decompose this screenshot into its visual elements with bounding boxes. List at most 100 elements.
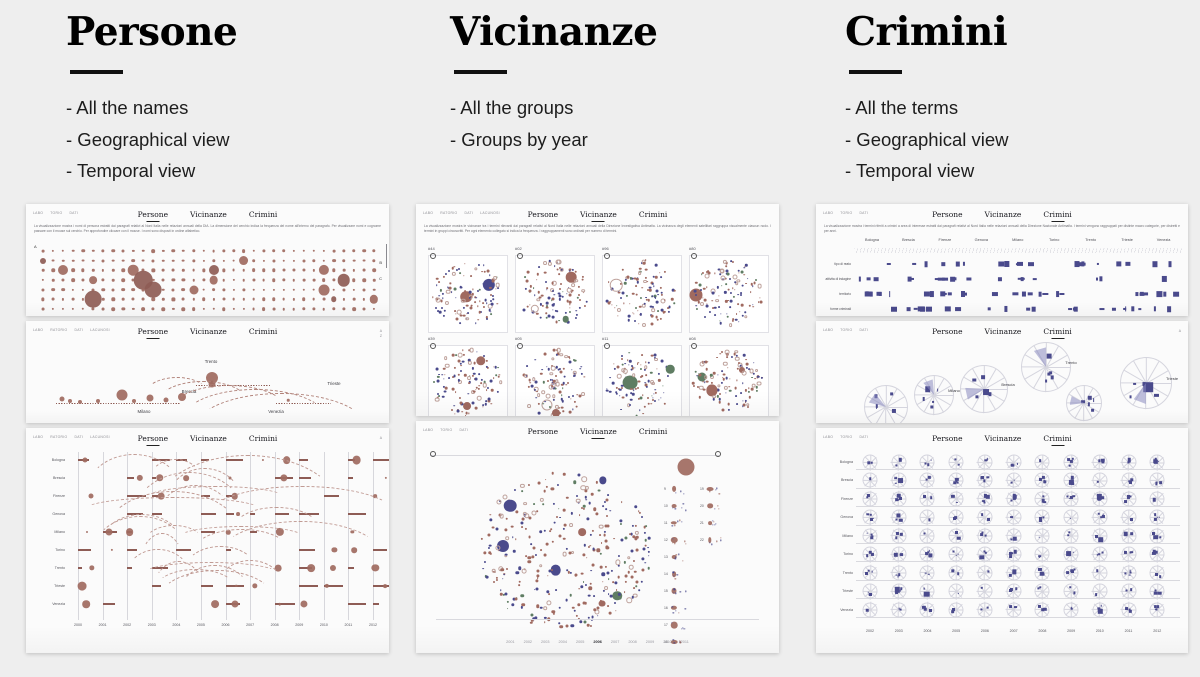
group-node[interactable]: [641, 568, 645, 572]
radar-marker[interactable]: [864, 571, 868, 575]
name-dot[interactable]: [362, 259, 366, 263]
cluster-node[interactable]: [647, 396, 649, 399]
radar-marker[interactable]: [1128, 574, 1131, 576]
name-dot[interactable]: [362, 288, 366, 292]
name-dot[interactable]: [41, 269, 45, 272]
radar-marker[interactable]: [1125, 589, 1128, 592]
cluster-node[interactable]: [754, 278, 757, 281]
cluster-node[interactable]: [650, 296, 653, 298]
group-node[interactable]: [612, 537, 615, 540]
radar-marker[interactable]: [1124, 551, 1128, 555]
group-node[interactable]: [606, 571, 610, 575]
radar-marker[interactable]: [1156, 535, 1158, 538]
name-dot[interactable]: [151, 249, 156, 253]
cluster-node[interactable]: [570, 283, 575, 287]
group-node[interactable]: [527, 559, 531, 564]
name-dot[interactable]: [318, 265, 329, 276]
name-dot[interactable]: [81, 278, 85, 282]
name-dot[interactable]: [101, 259, 105, 263]
cluster-node[interactable]: [543, 271, 547, 274]
event-bar[interactable]: [348, 477, 354, 479]
name-dot[interactable]: [292, 259, 295, 262]
radar-marker[interactable]: [865, 608, 869, 612]
reset-icon[interactable]: [430, 451, 436, 457]
radar-chart[interactable]: [977, 546, 993, 562]
radar-marker[interactable]: [979, 555, 985, 560]
name-dot[interactable]: [232, 298, 235, 301]
group-node[interactable]: [480, 537, 483, 541]
group-node[interactable]: [630, 575, 634, 579]
cluster-node[interactable]: [551, 290, 554, 293]
cluster-node[interactable]: [704, 360, 708, 363]
group-node[interactable]: [506, 567, 509, 570]
matrix-cell[interactable]: [1080, 262, 1086, 266]
name-dot[interactable]: [81, 268, 85, 272]
group-node[interactable]: [487, 533, 491, 537]
group-node[interactable]: [629, 533, 631, 536]
cluster-node[interactable]: [551, 315, 555, 319]
cluster-node[interactable]: [632, 393, 635, 396]
radar-chart[interactable]: [919, 528, 935, 544]
group-node[interactable]: [578, 528, 587, 536]
group-node[interactable]: [504, 592, 508, 596]
cluster-node[interactable]: [461, 298, 466, 303]
radar-marker[interactable]: [1009, 515, 1013, 519]
name-dot[interactable]: [201, 268, 206, 272]
group-node[interactable]: [531, 555, 535, 559]
cluster-node[interactable]: [492, 298, 495, 300]
matrix-cell[interactable]: [866, 293, 870, 295]
group-node[interactable]: [511, 536, 514, 538]
name-dot[interactable]: [292, 288, 295, 291]
name-dot[interactable]: [192, 278, 195, 282]
cluster-node[interactable]: [754, 368, 759, 373]
name-dot[interactable]: [71, 288, 75, 291]
cluster-node[interactable]: [534, 359, 537, 361]
radar-marker[interactable]: [895, 590, 899, 594]
cluster-cell[interactable]: [602, 255, 682, 333]
radar-chart[interactable]: [1063, 528, 1079, 544]
cluster-node[interactable]: [693, 289, 697, 293]
group-node[interactable]: [568, 551, 572, 555]
group-node[interactable]: [606, 546, 610, 550]
group-node[interactable]: [520, 606, 523, 609]
legend-item[interactable]: 11: [664, 521, 668, 525]
name-dot[interactable]: [262, 288, 265, 291]
group-node[interactable]: [569, 593, 572, 597]
group-node[interactable]: [624, 574, 628, 578]
name-dot[interactable]: [212, 249, 215, 253]
name-dot[interactable]: [331, 258, 336, 263]
radar-chart[interactable]: [1063, 546, 1079, 562]
cluster-node[interactable]: [621, 354, 624, 357]
group-node[interactable]: [559, 516, 562, 519]
group-node[interactable]: [555, 515, 558, 518]
radar-chart[interactable]: [977, 509, 993, 526]
cluster-node[interactable]: [575, 309, 578, 312]
radar-chart[interactable]: [891, 602, 907, 618]
radar-marker[interactable]: [980, 608, 983, 611]
group-node[interactable]: [482, 551, 487, 555]
cluster-node[interactable]: [714, 306, 717, 309]
group-node[interactable]: [583, 620, 587, 624]
group-node[interactable]: [589, 533, 592, 537]
event-bubble[interactable]: [382, 584, 387, 588]
name-dot[interactable]: [181, 287, 186, 292]
radar-marker[interactable]: [927, 573, 930, 575]
cluster-node[interactable]: [543, 352, 547, 356]
cluster-node[interactable]: [698, 283, 702, 287]
cluster-node[interactable]: [469, 306, 473, 310]
cluster-node[interactable]: [545, 281, 547, 284]
radar-chart[interactable]: [1092, 565, 1108, 581]
cluster-node[interactable]: [638, 409, 641, 411]
thumbnail-persone-all-names[interactable]: LABO TORIO DATI Persone Vicinanze Crimin…: [26, 204, 389, 316]
group-node[interactable]: [514, 510, 519, 514]
radar-marker[interactable]: [987, 571, 990, 573]
radar-chart[interactable]: [1006, 472, 1022, 489]
year-option[interactable]: 2004: [559, 640, 567, 644]
group-node[interactable]: [532, 546, 536, 550]
radar-marker[interactable]: [1158, 591, 1162, 596]
matrix-cell[interactable]: [1173, 291, 1180, 297]
cluster-node[interactable]: [741, 382, 744, 385]
group-node[interactable]: [582, 508, 585, 511]
group-node[interactable]: [499, 514, 504, 519]
radar-marker[interactable]: [951, 494, 955, 498]
